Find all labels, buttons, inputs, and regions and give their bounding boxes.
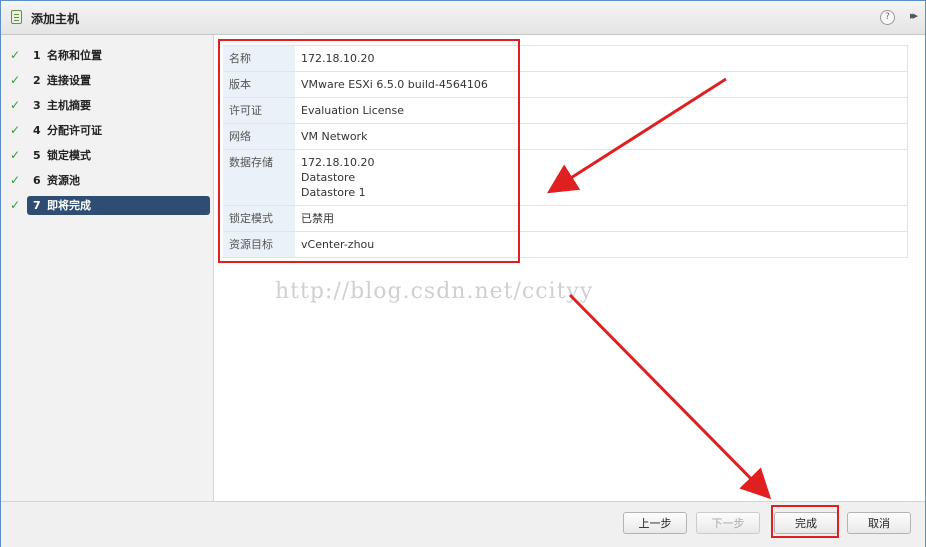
step-label: 名称和位置 — [47, 49, 102, 62]
step-number: 5 — [33, 149, 41, 162]
summary-value: 172.18.10.20 Datastore Datastore 1 — [295, 149, 908, 206]
host-icon — [11, 10, 22, 24]
summary-key: 版本 — [223, 71, 295, 98]
add-host-dialog: 添加主机 ? ▸▸ ✓ 1 名称和位置 ✓ 2 连接设置 ✓ 3 主机摘要 ✓ … — [0, 0, 926, 547]
dialog-title: 添加主机 — [31, 12, 80, 26]
next-button[interactable]: 下一步 — [696, 512, 760, 534]
table-row: 数据存储 172.18.10.20 Datastore Datastore 1 — [223, 149, 908, 206]
wizard-step-resource-pool[interactable]: ✓ 6 资源池 — [5, 171, 210, 190]
summary-key: 数据存储 — [223, 149, 295, 206]
table-row: 许可证 Evaluation License — [223, 97, 908, 124]
check-icon: ✓ — [10, 48, 21, 62]
summary-key: 名称 — [223, 45, 295, 72]
check-icon: ✓ — [10, 98, 21, 112]
table-row: 锁定模式 已禁用 — [223, 205, 908, 232]
table-row: 版本 VMware ESXi 6.5.0 build-4564106 — [223, 71, 908, 98]
check-icon: ✓ — [10, 123, 21, 137]
table-row: 网络 VM Network — [223, 123, 908, 150]
wizard-step-ready-to-complete[interactable]: ✓ 7 即将完成 — [5, 196, 210, 215]
back-button[interactable]: 上一步 — [623, 512, 687, 534]
summary-key: 许可证 — [223, 97, 295, 124]
summary-panel: 名称 172.18.10.20 版本 VMware ESXi 6.5.0 bui… — [214, 35, 925, 501]
step-number: 2 — [33, 74, 41, 87]
step-label: 主机摘要 — [47, 99, 91, 112]
help-icon[interactable]: ? — [880, 10, 895, 25]
finish-button[interactable]: 完成 — [774, 512, 838, 534]
wizard-step-host-summary[interactable]: ✓ 3 主机摘要 — [5, 96, 210, 115]
step-number: 6 — [33, 174, 41, 187]
dialog-titlebar: 添加主机 ? ▸▸ — [1, 1, 925, 35]
step-number: 4 — [33, 124, 41, 137]
step-label: 锁定模式 — [47, 149, 91, 162]
wizard-steps: ✓ 1 名称和位置 ✓ 2 连接设置 ✓ 3 主机摘要 ✓ 4 分配许可证 ✓ … — [1, 35, 214, 501]
check-icon: ✓ — [10, 73, 21, 87]
wizard-step-license[interactable]: ✓ 4 分配许可证 — [5, 121, 210, 140]
step-number: 1 — [33, 49, 41, 62]
table-row: 名称 172.18.10.20 — [223, 45, 908, 72]
table-row: 资源目标 vCenter-zhou — [223, 231, 908, 258]
summary-table: 名称 172.18.10.20 版本 VMware ESXi 6.5.0 bui… — [223, 45, 908, 258]
step-label: 连接设置 — [47, 74, 91, 87]
cancel-button[interactable]: 取消 — [847, 512, 911, 534]
summary-key: 资源目标 — [223, 231, 295, 258]
summary-value: Evaluation License — [295, 97, 908, 124]
step-label: 资源池 — [47, 174, 80, 187]
check-icon: ✓ — [10, 173, 21, 187]
summary-key: 锁定模式 — [223, 205, 295, 232]
check-icon: ✓ — [10, 198, 21, 212]
summary-value: 172.18.10.20 — [295, 45, 908, 72]
check-icon: ✓ — [10, 148, 21, 162]
dialog-footer: 上一步 下一步 完成 取消 — [1, 501, 925, 547]
wizard-step-connection[interactable]: ✓ 2 连接设置 — [5, 71, 210, 90]
step-label: 分配许可证 — [47, 124, 102, 137]
summary-value: vCenter-zhou — [295, 231, 908, 258]
expand-icon[interactable]: ▸▸ — [910, 9, 918, 22]
summary-value: VMware ESXi 6.5.0 build-4564106 — [295, 71, 908, 98]
step-number: 3 — [33, 99, 41, 112]
step-label: 即将完成 — [47, 199, 91, 212]
wizard-step-lockdown[interactable]: ✓ 5 锁定模式 — [5, 146, 210, 165]
wizard-step-name-location[interactable]: ✓ 1 名称和位置 — [5, 46, 210, 65]
step-number: 7 — [33, 199, 41, 212]
summary-value: 已禁用 — [295, 205, 908, 232]
watermark: http://blog.csdn.net/ccityy — [275, 279, 594, 304]
summary-value: VM Network — [295, 123, 908, 150]
summary-key: 网络 — [223, 123, 295, 150]
